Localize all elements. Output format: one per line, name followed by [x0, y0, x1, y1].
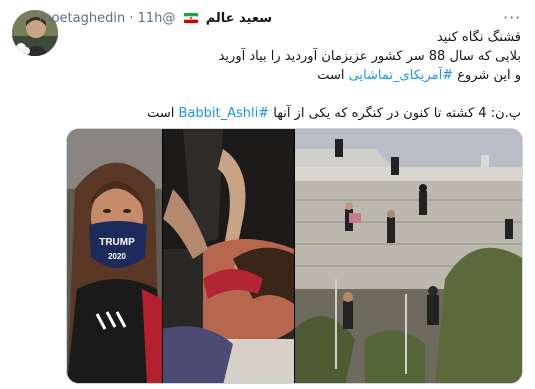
line-prefix: و این شروع — [453, 68, 521, 83]
hashtag-link[interactable]: #آمریکای_تماشایی — [349, 68, 453, 83]
display-name[interactable]: سعید عالم — [206, 11, 272, 26]
tweet-card[interactable]: ··· سعید عالم @moetaghedin · 11h قشنگ نگ… — [0, 0, 535, 389]
capitol-wall-climbers-photo[interactable] — [295, 129, 522, 383]
mask-text-year: 2020 — [108, 252, 126, 261]
injured-woman-floor-photo[interactable] — [163, 129, 294, 383]
line-suffix: است — [317, 68, 349, 83]
woman-trump-mask-photo[interactable]: TRUMP 2020 — [67, 129, 162, 383]
media-grid: TRUMP 2020 — [66, 128, 523, 384]
hashtag-link[interactable]: #Babbit_Ashli — [178, 106, 269, 121]
mask-text-trump: TRUMP — [99, 237, 135, 248]
line-suffix: است — [147, 106, 179, 121]
more-options-icon[interactable]: ··· — [503, 8, 521, 27]
tweet-line: و این شروع #آمریکای_تماشایی است — [51, 66, 521, 85]
tweet-line: قشنگ نگاه کنید — [436, 30, 521, 45]
line-prefix: پ.ن: 4 کشته تا کنون در کنگره که یکی از آ… — [269, 106, 521, 121]
iran-flag-icon — [183, 13, 198, 23]
tweet-header: سعید عالم @moetaghedin · 11h — [39, 10, 272, 28]
tweet-text: قشنگ نگاه کنید بلایی که سال 88 سر کشور ع… — [51, 28, 521, 123]
tweet-line: بلایی که سال 88 سر کشور عزیزمان آوردید ر… — [218, 49, 521, 64]
tweet-line: پ.ن: 4 کشته تا کنون در کنگره که یکی از آ… — [51, 104, 521, 123]
timestamp[interactable]: 11h — [138, 11, 163, 26]
separator: · — [129, 11, 134, 26]
